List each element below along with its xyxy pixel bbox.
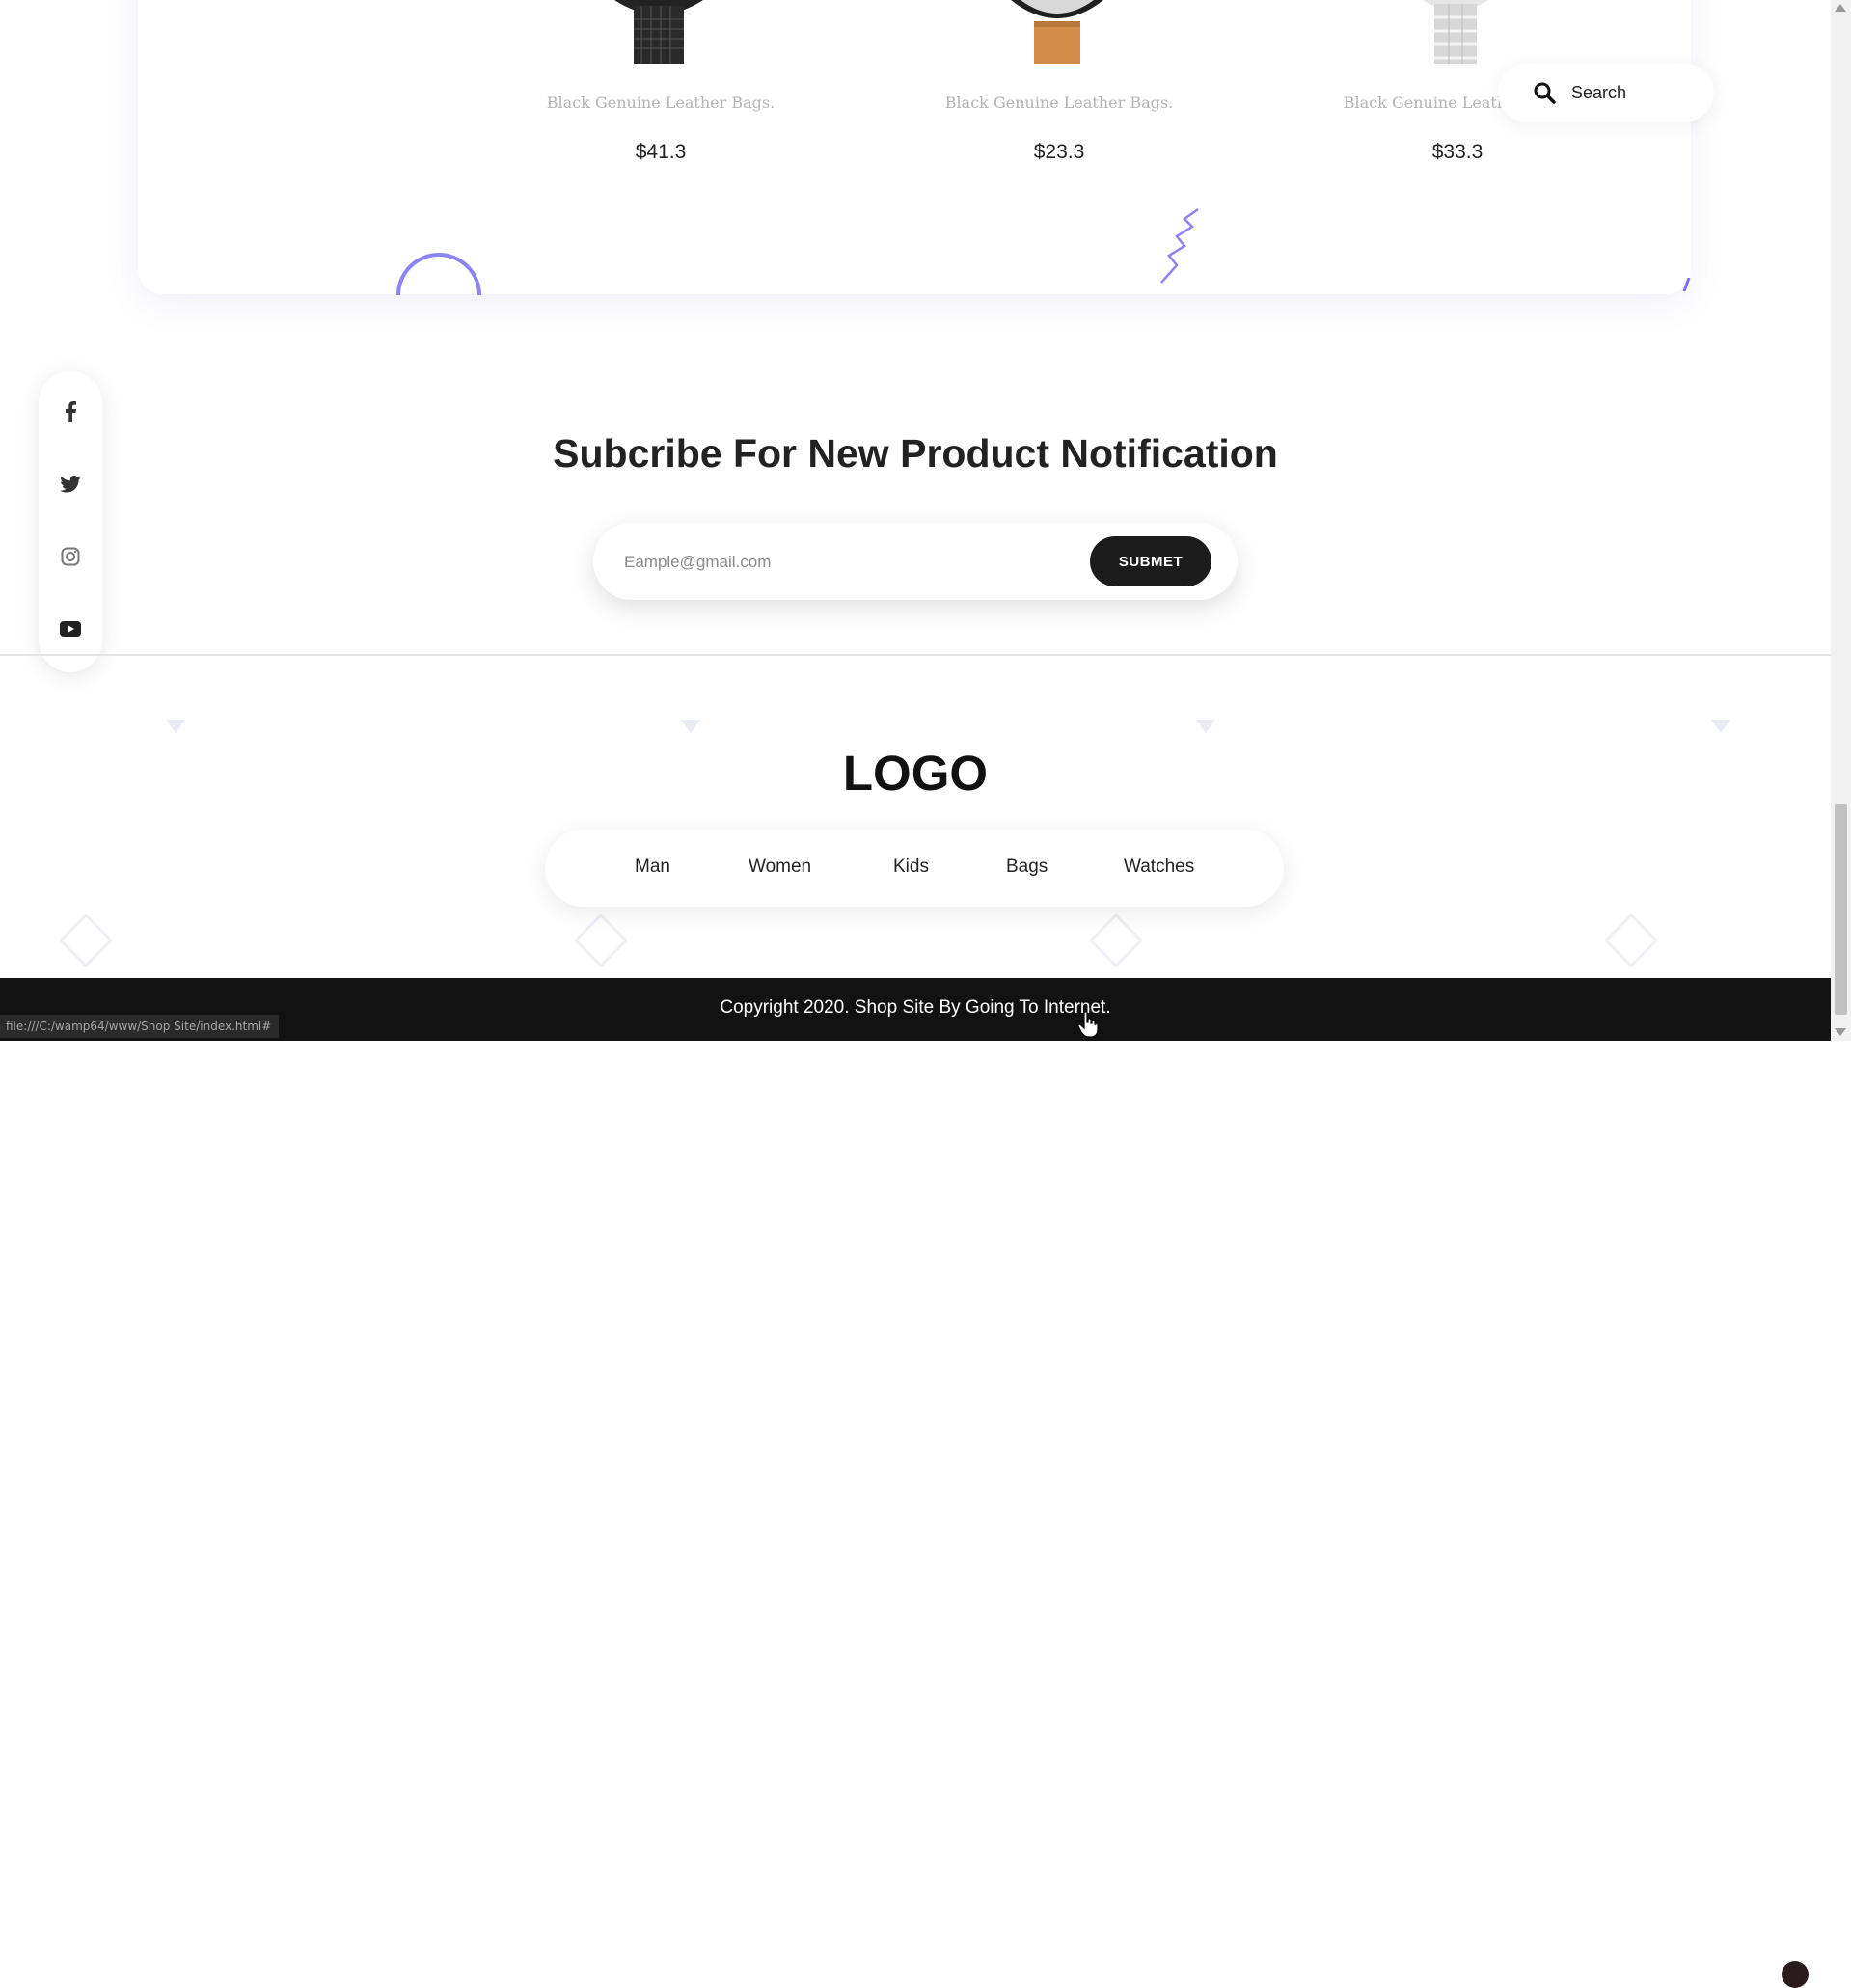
facebook-link[interactable] [53, 395, 88, 429]
scrollbar-thumb[interactable] [1835, 804, 1847, 1015]
product-price: $33.3 [1431, 141, 1484, 163]
hand-cursor-icon [1077, 1011, 1099, 1038]
nav-link-kids[interactable]: Kids [893, 857, 929, 878]
product-title: Black Genuine Leather Bags. [944, 94, 1174, 112]
vertical-scrollbar[interactable] [1831, 0, 1851, 1041]
nav-link-bags[interactable]: Bags [1006, 857, 1048, 878]
instagram-link[interactable] [53, 539, 88, 574]
product-title: Black Genuine Leather Bags. [546, 94, 776, 112]
facebook-icon [66, 401, 76, 422]
scroll-up-arrow-icon[interactable] [1835, 4, 1846, 12]
social-sidebar [39, 371, 102, 672]
product-price: $23.3 [1033, 141, 1085, 163]
instagram-icon [61, 547, 80, 566]
corner-badge [1782, 1961, 1809, 1988]
search-label: Search [1571, 83, 1627, 102]
corner-decoration [1682, 278, 1691, 292]
nav-link-man[interactable]: Man [635, 857, 670, 878]
nav-link-women[interactable]: Women [749, 857, 811, 878]
search-button[interactable]: Search [1498, 64, 1714, 122]
search-icon [1534, 82, 1556, 104]
footer-nav: Man Women Kids Bags Watches [545, 830, 1284, 907]
submit-button[interactable]: SUBMET [1090, 536, 1211, 586]
triangle-decoration [1711, 720, 1730, 733]
square-decoration [1088, 912, 1144, 968]
youtube-icon [60, 621, 81, 637]
black-mesh-watch-icon [614, 0, 703, 64]
page: Black Genuine Leather Bags. $41.3 Black … [0, 0, 1831, 1041]
subscribe-form: SUBMET [593, 523, 1238, 600]
scroll-down-arrow-icon[interactable] [1835, 1028, 1846, 1036]
youtube-link[interactable] [53, 612, 88, 646]
product-price: $41.3 [635, 141, 687, 163]
footer-logo[interactable]: LOGO [0, 745, 1831, 802]
square-decoration [573, 912, 629, 968]
square-decoration [58, 912, 114, 968]
triangle-decoration [1196, 720, 1215, 733]
triangle-decoration [681, 720, 700, 733]
product-card: Black Genuine Leather Bags. $41.3 Black … [138, 0, 1691, 296]
subscribe-title: Subcribe For New Product Notification [553, 431, 1278, 476]
square-decoration [1603, 912, 1659, 968]
zigzag-decoration [1160, 207, 1199, 284]
twitter-icon [60, 476, 81, 493]
silver-steel-watch-icon [1423, 0, 1488, 64]
email-field[interactable] [622, 544, 1050, 581]
status-bar-url: file:///C:/wamp64/www/Shop Site/index.ht… [0, 1015, 280, 1038]
brown-leather-watch-icon [1011, 0, 1103, 64]
nav-link-watches[interactable]: Watches [1124, 857, 1194, 878]
circle-decoration [396, 253, 481, 296]
triangle-decoration [166, 720, 185, 733]
section-divider [0, 654, 1831, 656]
